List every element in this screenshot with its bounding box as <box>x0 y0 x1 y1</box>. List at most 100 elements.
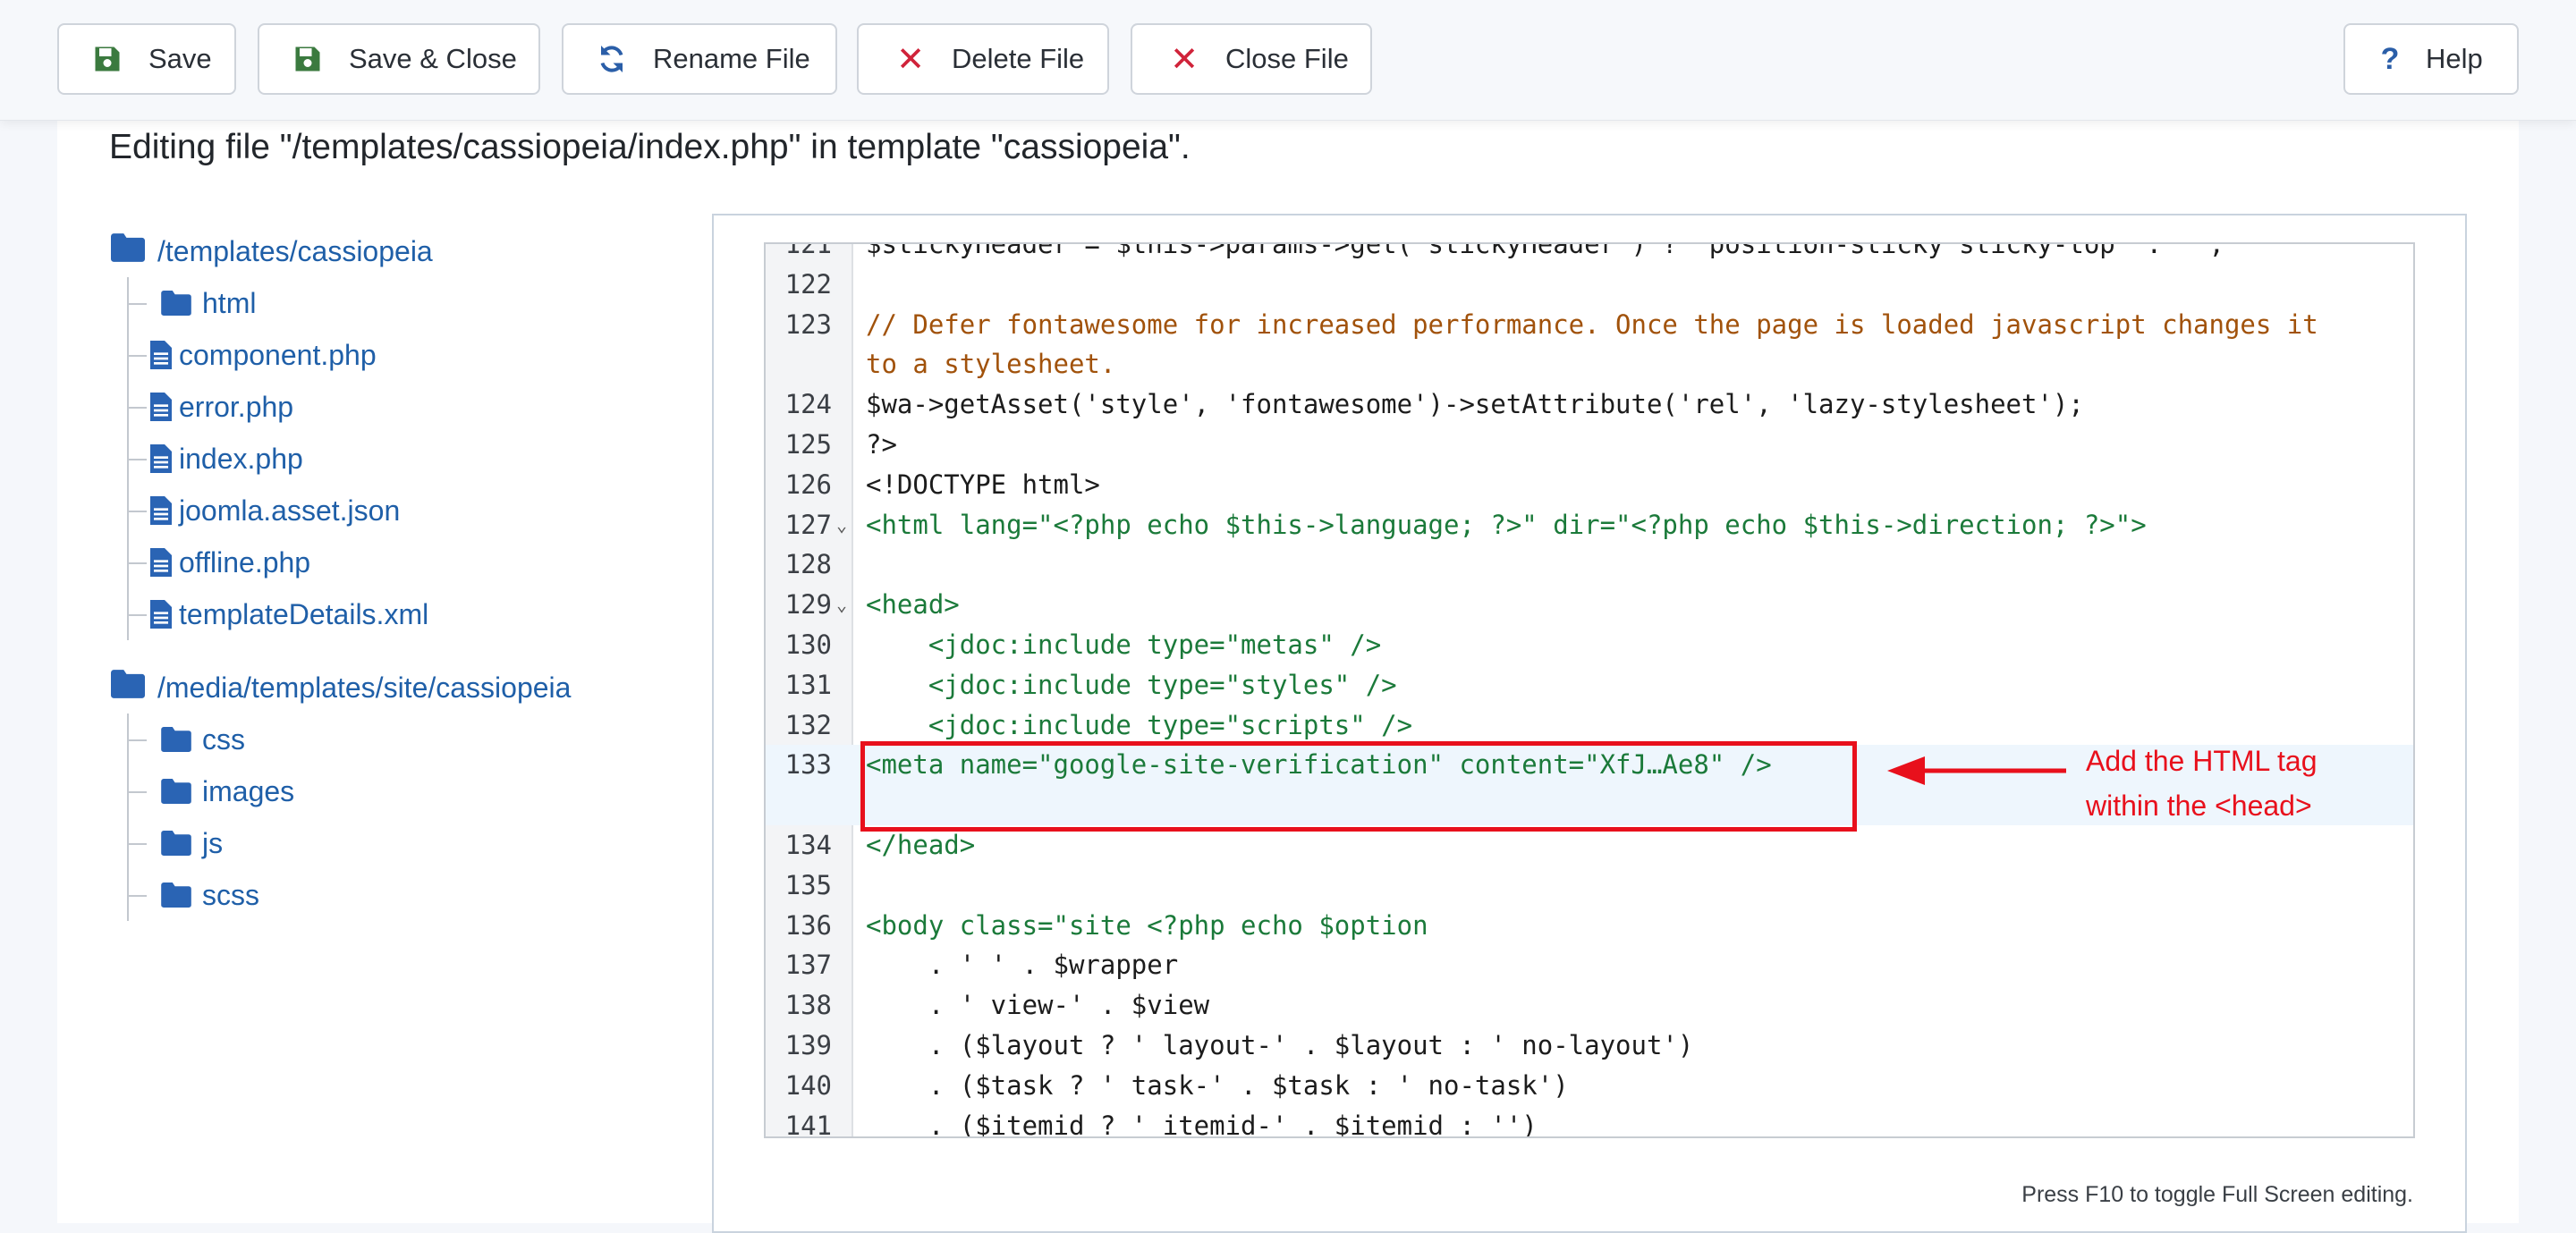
tree-item-component-php[interactable]: component.php <box>129 329 683 381</box>
line-number: 129 <box>784 589 832 621</box>
code-text: <!DOCTYPE html> <box>866 469 1100 500</box>
folder-icon <box>111 670 145 705</box>
tree-children-media: css images js scss <box>127 714 683 921</box>
code-line: 138 . ' view-' . $view <box>766 985 2413 1026</box>
line-number: 126 <box>784 469 832 500</box>
save-button[interactable]: Save <box>57 23 236 95</box>
code-line: 130 <jdoc:include type="metas" /> <box>766 625 2413 665</box>
code-text: . ($layout ? ' layout-' . $layout : ' no… <box>866 1029 1694 1060</box>
code-text: $stickyHeader = $this->params->get('stic… <box>866 242 2224 259</box>
line-number: 136 <box>784 909 832 941</box>
tree-item-html[interactable]: html <box>129 277 683 329</box>
fullscreen-hint: Press F10 to toggle Full Screen editing. <box>2021 1182 2413 1207</box>
code-line: 122 <box>766 265 2413 305</box>
file-icon <box>150 496 172 525</box>
tree-item-label: component.php <box>179 338 377 371</box>
tree-root-label: /templates/cassiopeia <box>157 234 433 267</box>
tree-root-label: /media/templates/site/cassiopeia <box>157 671 572 704</box>
tree-item-error-php[interactable]: error.php <box>129 381 683 433</box>
code-line: 125 ?> <box>766 425 2413 465</box>
code-line: 124 $wa->getAsset('style', 'fontawesome'… <box>766 384 2413 425</box>
folder-icon <box>111 233 145 269</box>
file-icon <box>150 393 172 421</box>
file-icon <box>150 341 172 369</box>
line-number: 139 <box>784 1029 832 1060</box>
tree-item-index-php[interactable]: index.php <box>129 433 683 485</box>
tree-root-templates[interactable]: /templates/cassiopeia <box>111 225 683 277</box>
arrow-left-icon <box>1887 756 2066 785</box>
rename-file-label: Rename File <box>653 43 810 74</box>
line-number: 125 <box>784 428 832 460</box>
tree-item-scss[interactable]: scss <box>129 869 683 921</box>
folder-icon <box>161 291 191 316</box>
code-text: <meta name="google-site-verification" co… <box>866 749 1772 781</box>
fold-toggle-icon[interactable]: ⌄ <box>832 505 852 545</box>
tree-item-templatedetails-xml[interactable]: templateDetails.xml <box>129 588 683 640</box>
file-icon <box>150 548 172 577</box>
code-line: 137 . ' ' . $wrapper <box>766 945 2413 985</box>
folder-icon <box>161 831 191 856</box>
tree-item-offline-php[interactable]: offline.php <box>129 536 683 588</box>
code-lines: 121 $stickyHeader = $this->params->get('… <box>766 242 2413 1138</box>
delete-file-label: Delete File <box>952 43 1085 74</box>
line-number: 133 <box>784 749 832 781</box>
tree-item-joomla-asset-json[interactable]: joomla.asset.json <box>129 485 683 536</box>
tree-item-css[interactable]: css <box>129 714 683 765</box>
tree-item-label: offline.php <box>179 545 311 578</box>
tree-item-label: scss <box>202 878 259 911</box>
tree-item-js[interactable]: js <box>129 817 683 869</box>
tree-item-label: joomla.asset.json <box>179 494 401 527</box>
line-number: 130 <box>784 629 832 660</box>
close-file-label: Close File <box>1225 43 1349 74</box>
code-text: <jdoc:include type="metas" /> <box>866 629 1382 660</box>
toolbar: Save Save & Close Rename File ✕ Delete F… <box>0 0 2576 121</box>
folder-icon <box>161 883 191 908</box>
tree-item-images[interactable]: images <box>129 765 683 817</box>
tree-item-label: css <box>202 722 245 756</box>
line-number: 132 <box>784 709 832 740</box>
line-number: 123 <box>784 308 832 340</box>
help-label: Help <box>2426 43 2483 74</box>
line-number: 131 <box>784 669 832 700</box>
file-icon <box>150 600 172 629</box>
code-text: </head> <box>866 829 976 860</box>
file-tree: /templates/cassiopeia html component.php… <box>111 225 683 942</box>
code-line: 128 <box>766 545 2413 585</box>
line-number: 134 <box>784 829 832 860</box>
code-text: ?> <box>866 428 897 460</box>
code-text: . ($itemid ? ' itemid-' . $itemid : '') <box>866 1110 1538 1138</box>
rename-file-button[interactable]: Rename File <box>562 23 837 95</box>
code-text: $wa->getAsset('style', 'fontawesome')->s… <box>866 389 2084 420</box>
save-icon <box>290 41 326 77</box>
editor-frame: 121 $stickyHeader = $this->params->get('… <box>712 214 2467 1233</box>
close-icon: ✕ <box>896 39 925 79</box>
delete-file-button[interactable]: ✕ Delete File <box>857 23 1109 95</box>
folder-icon <box>161 779 191 804</box>
code-line: 121 $stickyHeader = $this->params->get('… <box>766 242 2413 265</box>
code-editor[interactable]: 121 $stickyHeader = $this->params->get('… <box>764 242 2415 1138</box>
line-number: 135 <box>784 869 832 900</box>
close-file-button[interactable]: ✕ Close File <box>1131 23 1372 95</box>
folder-icon <box>161 727 191 752</box>
code-text: <jdoc:include type="styles" /> <box>866 669 1397 700</box>
line-number: 128 <box>784 549 832 580</box>
code-text: . ' ' . $wrapper <box>866 950 1179 981</box>
tree-item-label: templateDetails.xml <box>179 597 429 630</box>
help-button[interactable]: ? Help <box>2343 23 2519 95</box>
line-number: 138 <box>784 990 832 1021</box>
tree-item-label: html <box>202 286 257 319</box>
save-close-button[interactable]: Save & Close <box>258 23 540 95</box>
file-icon <box>150 444 172 473</box>
code-text: // Defer fontawesome for increased perfo… <box>866 308 2318 380</box>
save-icon <box>89 41 125 77</box>
line-number: 140 <box>784 1069 832 1101</box>
tree-root-media[interactable]: /media/templates/site/cassiopeia <box>111 662 683 714</box>
close-icon: ✕ <box>1170 39 1199 79</box>
code-line: 134 </head> <box>766 825 2413 866</box>
annotation-text: Add the HTML tag within the <head> <box>2086 739 2408 828</box>
code-line: 131 <jdoc:include type="styles" /> <box>766 665 2413 705</box>
fold-toggle-icon[interactable]: ⌄ <box>832 585 852 625</box>
line-number: 121 <box>784 242 832 259</box>
